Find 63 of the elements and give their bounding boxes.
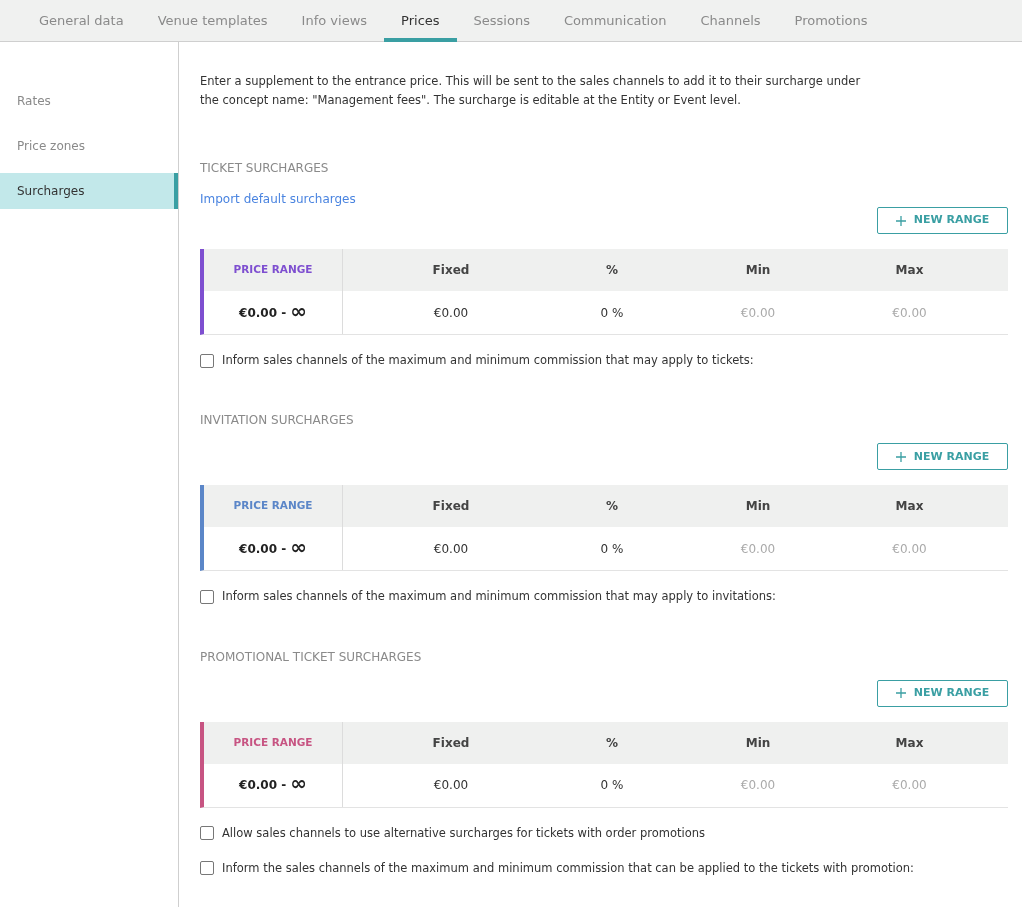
table-cell-text: €0.00 bbox=[891, 540, 928, 558]
column-header: Max bbox=[894, 498, 925, 516]
column-header: PRICE RANGE bbox=[204, 249, 343, 291]
new-range-button[interactable]: NEW RANGE bbox=[877, 443, 1008, 471]
column-header: Min bbox=[744, 498, 772, 516]
column-header: Fixed bbox=[431, 262, 471, 279]
column-header: % bbox=[605, 262, 619, 279]
plus-icon bbox=[895, 451, 906, 462]
range-end: ∞ bbox=[290, 773, 307, 793]
checkbox-label: Inform sales channels of the maximum and minimum commission that may apply to invitations: bbox=[222, 588, 776, 606]
checkbox-label: Inform the sales channels of the maximum and minimum commission that can be applied to the tickets with promotion: bbox=[222, 859, 914, 877]
column-header: PRICE RANGE bbox=[204, 485, 343, 528]
table-cell-text: €0.00 bbox=[739, 540, 777, 558]
table-cell-text: €0.00 bbox=[891, 777, 928, 794]
tab[interactable]: Info views bbox=[284, 0, 385, 42]
plus-icon bbox=[895, 688, 906, 698]
column-header: Max bbox=[894, 734, 925, 752]
table-cell-text: €0.00 bbox=[739, 304, 777, 322]
column-header: % bbox=[605, 734, 619, 752]
range-start: €0.00 - bbox=[239, 540, 287, 558]
section-title: TICKET SURCHARGES bbox=[200, 160, 330, 176]
sidebar-item[interactable]: Price zones bbox=[0, 128, 178, 164]
table-cell-text: 0 % bbox=[599, 540, 625, 558]
range-end: ∞ bbox=[290, 536, 307, 557]
checkbox-label: Inform sales channels of the maximum and minimum commission that may apply to tickets: bbox=[222, 352, 754, 369]
table-cell-text: €0.00 bbox=[891, 304, 928, 322]
section-title: INVITATION SURCHARGES bbox=[200, 412, 355, 429]
column-header: Min bbox=[744, 734, 772, 752]
new-range-button[interactable]: NEW RANGE bbox=[877, 679, 1008, 707]
checkbox[interactable] bbox=[200, 826, 214, 841]
plus-icon bbox=[895, 215, 906, 226]
tab[interactable]: Promotions bbox=[777, 0, 885, 42]
tab[interactable]: General data bbox=[22, 0, 141, 42]
import-link[interactable]: Import default surcharges bbox=[200, 191, 356, 207]
column-header: Fixed bbox=[431, 734, 471, 752]
table-cell-text: €0.00 bbox=[432, 777, 470, 794]
checkbox[interactable] bbox=[200, 589, 214, 604]
checkbox[interactable] bbox=[200, 861, 214, 876]
range-start: €0.00 - bbox=[239, 777, 287, 794]
tab[interactable]: Venue templates bbox=[140, 0, 285, 42]
range-start: €0.00 - bbox=[239, 304, 287, 322]
sidebar-item[interactable]: Surcharges bbox=[0, 173, 178, 209]
section-title: PROMOTIONAL TICKET SURCHARGES bbox=[200, 648, 423, 665]
checkbox[interactable] bbox=[200, 353, 214, 368]
column-header: PRICE RANGE bbox=[204, 721, 343, 764]
column-header: Fixed bbox=[431, 498, 471, 516]
table-cell-text: €0.00 bbox=[739, 777, 777, 794]
table-cell-text: €0.00 bbox=[432, 540, 470, 558]
table-cell-text: 0 % bbox=[599, 777, 625, 794]
column-header: Min bbox=[744, 262, 772, 279]
tab[interactable]: Channels bbox=[683, 0, 778, 42]
new-range-button[interactable]: NEW RANGE bbox=[877, 207, 1008, 234]
table-cell-text: 0 % bbox=[599, 304, 625, 322]
intro-text: Enter a supplement to the entrance price. This will be sent to the sales channels to add it to their surcharge under the concept name: "Management fees". The surcharge is editable at the Entity or Event level. bbox=[200, 73, 862, 109]
column-header: Max bbox=[894, 262, 925, 279]
tab[interactable]: Communication bbox=[546, 0, 684, 42]
sidebar-item[interactable]: Rates bbox=[0, 83, 178, 119]
table-cell-text: €0.00 bbox=[432, 304, 470, 322]
column-header: % bbox=[605, 498, 619, 516]
checkbox-label: Allow sales channels to use alternative surcharges for tickets with order promotions bbox=[222, 824, 705, 842]
tab[interactable]: Prices bbox=[384, 0, 457, 42]
tab[interactable]: Sessions bbox=[456, 0, 547, 42]
range-end: ∞ bbox=[290, 300, 307, 321]
